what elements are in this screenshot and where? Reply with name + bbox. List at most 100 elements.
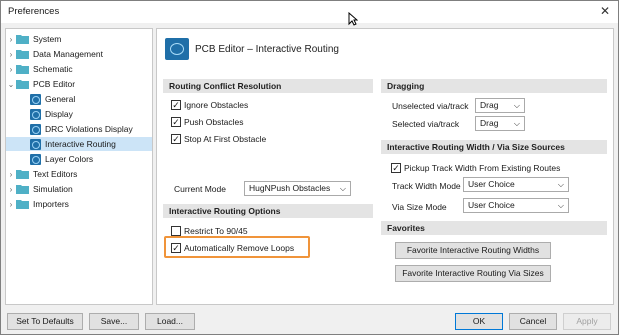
track-width-mode-label: Track Width Mode [392,181,461,191]
tree-item-label: Schematic [33,64,73,74]
tree-item[interactable]: › System [6,32,152,46]
tree-item[interactable]: General [6,92,152,106]
pickup-width-option[interactable]: ✓ Pickup Track Width From Existing Route… [391,162,560,174]
chevron-right-icon[interactable]: › [6,170,16,179]
tree-item-label: Data Management [33,49,103,59]
push-obstacles-option[interactable]: ✓ Push Obstacles [171,116,244,128]
current-mode-value: HugNPush Obstacles [249,183,331,193]
pcb-editor-icon [165,38,189,60]
apply-button[interactable]: Apply [563,313,611,330]
ignore-obstacles-label: Ignore Obstacles [184,100,249,110]
tree-item-label: Importers [33,199,69,209]
tree-item-label: Layer Colors [45,154,94,164]
via-size-mode-dropdown[interactable]: User Choice ⌵ [463,198,569,213]
tree-item-label: DRC Violations Display [45,124,133,134]
load-button[interactable]: Load... [145,313,195,330]
pickup-width-checkbox[interactable]: ✓ [391,163,401,173]
current-mode-dropdown[interactable]: HugNPush Obstacles ⌵ [244,181,351,196]
tree-item-label: Display [45,109,73,119]
tree-item[interactable]: › Importers [6,197,152,211]
settings-panel: PCB Editor – Interactive Routing Routing… [156,28,614,305]
folder-icon [16,49,29,59]
favorite-via-sizes-button[interactable]: Favorite Interactive Routing Via Sizes [395,265,551,282]
tree-item-label: Interactive Routing [45,139,116,149]
pickup-width-label: Pickup Track Width From Existing Routes [404,163,561,173]
save-button[interactable]: Save... [89,313,139,330]
chevron-right-icon[interactable]: › [6,50,16,59]
pcb-page-icon [30,153,41,165]
tree-item[interactable]: › Text Editors [6,167,152,181]
routing-options-header: Interactive Routing Options [163,204,373,218]
ignore-obstacles-option[interactable]: ✓ Ignore Obstacles [171,99,248,111]
window-title: Preferences [8,6,60,17]
tree-item[interactable]: › Simulation [6,182,152,196]
pcb-page-icon [30,123,41,135]
tree-item-label: Simulation [33,184,73,194]
tree-item[interactable]: DRC Violations Display [6,122,152,136]
selected-value: Drag [480,118,499,128]
via-size-mode-label: Via Size Mode [392,202,447,212]
tree-item[interactable]: Interactive Routing [6,137,152,151]
preferences-window: Preferences ✕ › System › Data Management › Sc… [0,0,619,335]
selected-dropdown[interactable]: Drag ⌵ [475,116,525,131]
via-size-mode-value: User Choice [468,200,515,210]
tree-item-label: Text Editors [33,169,78,179]
routing-conflict-header: Routing Conflict Resolution [163,79,373,93]
restrict-90-45-label: Restrict To 90/45 [184,226,248,236]
set-defaults-button[interactable]: Set To Defaults [7,313,83,330]
chevron-down-icon: ⌵ [513,101,520,110]
tree-item-label: General [45,94,76,104]
title-bar: Preferences ✕ [1,1,618,23]
chevron-right-icon[interactable]: › [6,185,16,194]
unselected-value: Drag [480,100,499,110]
unselected-dropdown[interactable]: Drag ⌵ [475,98,525,113]
track-width-mode-value: User Choice [468,179,515,189]
stop-first-obstacle-label: Stop At First Obstacle [184,134,267,144]
folder-icon [16,64,29,74]
pcb-page-icon [30,138,41,150]
chevron-right-icon[interactable]: › [6,35,16,44]
tree-item[interactable]: › Data Management [6,47,152,61]
chevron-down-icon[interactable]: ⌄ [6,80,16,89]
pcb-page-icon [30,108,41,120]
width-sources-header: Interactive Routing Width / Via Size Sou… [381,140,607,154]
restrict-90-45-checkbox[interactable] [171,226,181,236]
folder-icon [16,34,29,44]
tree-item[interactable]: › Schematic [6,62,152,76]
ignore-obstacles-checkbox[interactable]: ✓ [171,100,181,110]
tree-item[interactable]: ⌄ PCB Editor [6,77,152,91]
chevron-right-icon[interactable]: › [6,65,16,74]
mouse-cursor-icon [348,12,358,26]
selected-label: Selected via/track [392,119,460,129]
chevron-down-icon: ⌵ [339,184,346,193]
tree-item[interactable]: Display [6,107,152,121]
stop-first-obstacle-option[interactable]: ✓ Stop At First Obstacle [171,133,266,145]
close-icon[interactable]: ✕ [600,4,610,18]
folder-icon [16,169,29,179]
folder-icon [16,79,29,89]
cancel-button[interactable]: Cancel [509,313,557,330]
ok-button[interactable]: OK [455,313,503,330]
folder-icon [16,184,29,194]
highlight-box [164,236,310,258]
dragging-header: Dragging [381,79,607,93]
chevron-down-icon: ⌵ [557,180,564,189]
preferences-tree[interactable]: › System › Data Management › Schematic ⌄ PCB Ed… [5,28,153,305]
pcb-page-icon [30,93,41,105]
page-title: PCB Editor – Interactive Routing [195,44,339,55]
chevron-down-icon: ⌵ [557,201,564,210]
tree-item-label: PCB Editor [33,79,76,89]
stop-first-obstacle-checkbox[interactable]: ✓ [171,134,181,144]
folder-icon [16,199,29,209]
chevron-down-icon: ⌵ [513,119,520,128]
favorite-widths-button[interactable]: Favorite Interactive Routing Widths [395,242,551,259]
tree-item[interactable]: Layer Colors [6,152,152,166]
favorites-header: Favorites [381,221,607,235]
tree-item-label: System [33,34,62,44]
chevron-right-icon[interactable]: › [6,200,16,209]
unselected-label: Unselected via/track [392,101,469,111]
push-obstacles-checkbox[interactable]: ✓ [171,117,181,127]
track-width-mode-dropdown[interactable]: User Choice ⌵ [463,177,569,192]
push-obstacles-label: Push Obstacles [184,117,244,127]
current-mode-label: Current Mode [174,184,226,194]
